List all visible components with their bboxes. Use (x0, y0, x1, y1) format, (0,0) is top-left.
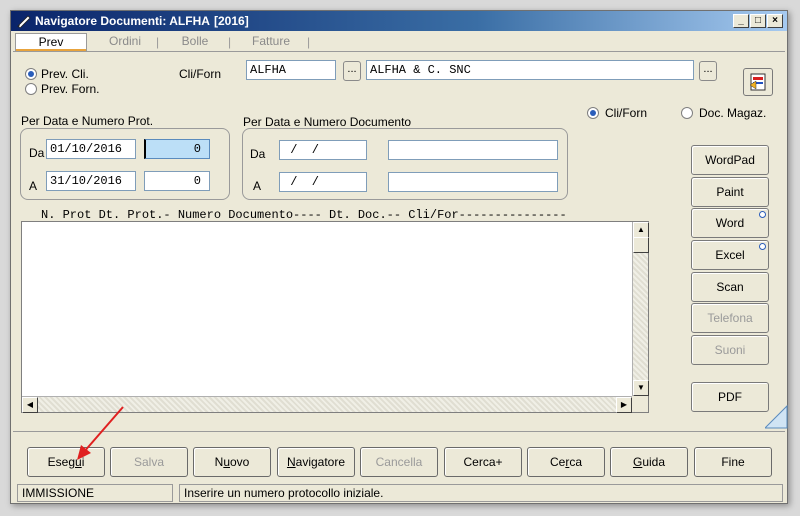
prot-a-date-field[interactable]: 31/10/2016 (46, 171, 136, 191)
window-title: Navigatore Documenti: ALFHA (35, 14, 210, 28)
scroll-right-icon[interactable]: ▶ (616, 397, 632, 413)
prot-da-date-field[interactable]: 01/10/2016 (46, 139, 136, 159)
cancella-label: Cancella (375, 455, 423, 469)
nuovo-button[interactable]: Nuovo (193, 447, 271, 477)
nuovo-label-post: ovo (230, 455, 250, 469)
radio-prev-cli-label: Prev. Cli. (41, 67, 89, 81)
nuovo-label-pre: N (214, 455, 224, 469)
radio-prev-forn[interactable] (25, 83, 37, 95)
cliforn-name-lookup-button[interactable]: ... (699, 61, 717, 81)
navigatore-button[interactable]: Navigatore (277, 447, 355, 477)
doc-group-title: Per Data e Numero Documento (243, 115, 412, 129)
maximize-button[interactable]: □ (750, 14, 766, 28)
paint-button-label: Paint (716, 185, 744, 199)
doc-da-date-field[interactable]: / / (279, 140, 367, 160)
cerca-label-post: ca (569, 455, 583, 469)
scroll-thumb[interactable] (633, 237, 649, 253)
tab-ordini[interactable]: Ordini (95, 33, 155, 51)
word-indicator-icon (759, 211, 766, 218)
doc-da-label: Da (250, 147, 266, 161)
navigatore-label-key: N (286, 455, 296, 469)
tab-prev[interactable]: Prev (15, 33, 87, 51)
cerca-plus-button[interactable]: Cerca+ (444, 447, 522, 477)
scroll-left-icon[interactable]: ◀ (22, 397, 38, 413)
fine-button[interactable]: Fine (694, 447, 772, 477)
cliforn-code-lookup-button[interactable]: ... (343, 61, 361, 81)
pencil-app-icon (17, 15, 31, 28)
radio-prev-forn-label: Prev. Forn. (41, 82, 100, 96)
telefona-button-label: Telefona (707, 311, 753, 325)
cancella-button[interactable]: Cancella (360, 447, 438, 477)
guida-label-post: uida (642, 455, 666, 469)
scroll-down-icon[interactable]: ▼ (633, 380, 649, 396)
radio-cliforn-label: Cli/Forn (605, 106, 648, 120)
doc-da-number-field[interactable] (388, 140, 558, 160)
radio-cliforn[interactable] (587, 107, 599, 119)
status-mode: IMMISSIONE (17, 484, 173, 502)
tab-fatture[interactable]: Fatture (237, 33, 305, 51)
doc-a-label: A (253, 179, 262, 193)
tab-separator: | (228, 35, 232, 49)
status-message: Inserire un numero protocollo iniziale. (179, 484, 783, 502)
annotation-arrow-icon (77, 406, 124, 460)
scrollbar-corner (632, 396, 648, 412)
list-header: N. Prot Dt. Prot.- Numero Documento---- … (41, 208, 567, 222)
tab-separator: | (307, 35, 311, 49)
window-year: [2016] (214, 14, 249, 28)
scan-button-label: Scan (716, 280, 744, 294)
tab-bolle[interactable]: Bolle (165, 33, 225, 51)
radio-doc-magaz[interactable] (681, 107, 693, 119)
title-bar[interactable]: Navigatore Documenti: ALFHA [2016] _ □ × (11, 11, 787, 31)
prot-da-number-field[interactable]: 0 (144, 139, 210, 159)
suoni-button[interactable]: Suoni (691, 335, 769, 365)
prot-group-title: Per Data e Numero Prot. (21, 114, 154, 128)
paint-button[interactable]: Paint (691, 177, 769, 207)
doc-a-date-field[interactable]: / / (279, 172, 367, 192)
cliforn-label: Cli/Forn (179, 67, 222, 81)
close-button[interactable]: × (767, 14, 783, 28)
cerca-button[interactable]: Cerca (527, 447, 605, 477)
minimize-button[interactable]: _ (733, 14, 749, 28)
prot-a-label: A (29, 179, 38, 193)
navigatore-label-post: avigatore (295, 455, 346, 469)
scroll-up-icon[interactable]: ▲ (633, 222, 649, 238)
resize-corner-icon[interactable] (765, 404, 789, 430)
open-document-button[interactable] (743, 68, 773, 96)
navigatore-window: Navigatore Documenti: ALFHA [2016] _ □ ×… (10, 10, 788, 504)
word-button-label: Word (715, 216, 745, 230)
radio-prev-cli[interactable] (25, 68, 37, 80)
cerca-label-pre: Ce (549, 455, 566, 469)
cliforn-code-field[interactable]: ALFHA (246, 60, 336, 80)
tab-separator: | (156, 35, 160, 49)
word-button[interactable]: Word (691, 208, 769, 238)
document-folder-icon (749, 73, 766, 91)
pdf-button[interactable]: PDF (691, 382, 769, 412)
scan-button[interactable]: Scan (691, 272, 769, 302)
excel-button-label: Excel (715, 248, 745, 262)
nuovo-label-key: u (223, 455, 230, 469)
salva-label: Salva (133, 455, 165, 469)
cliforn-name-field[interactable]: ALFHA & C. SNC (366, 60, 694, 80)
prot-da-label: Da (29, 146, 45, 160)
telefona-button[interactable]: Telefona (691, 303, 769, 333)
fine-label: Fine (721, 455, 745, 469)
prot-a-number-field[interactable]: 0 (144, 171, 210, 191)
pdf-button-label: PDF (718, 390, 742, 404)
wordpad-button[interactable]: WordPad (691, 145, 769, 175)
wordpad-button-label: WordPad (705, 153, 755, 167)
document-list[interactable]: ▲ ▼ ◀ ▶ (21, 221, 649, 413)
doc-a-number-field[interactable] (388, 172, 558, 192)
document-tabs: Prev Ordini | Bolle | Fatture | (15, 33, 335, 51)
suoni-button-label: Suoni (714, 343, 746, 357)
guida-label-key: G (632, 455, 643, 469)
vertical-scrollbar[interactable]: ▲ ▼ (632, 222, 649, 396)
excel-button[interactable]: Excel (691, 240, 769, 270)
radio-doc-magaz-label: Doc. Magaz. (699, 106, 767, 120)
guida-button[interactable]: Guida (610, 447, 688, 477)
cerca-plus-label: Cerca+ (463, 455, 503, 469)
excel-indicator-icon (759, 243, 766, 250)
